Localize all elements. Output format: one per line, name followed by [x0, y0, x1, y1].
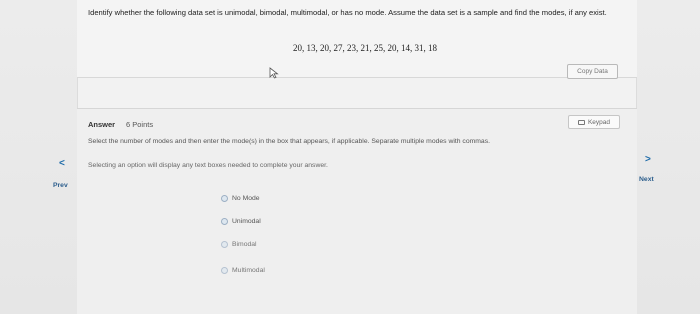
option-label: No Mode [232, 195, 260, 202]
radio-button[interactable] [221, 267, 228, 274]
option-label: Multimodal [232, 267, 265, 274]
answer-hint: Selecting an option will display any tex… [88, 162, 328, 169]
option-label: Bimodal [232, 241, 257, 248]
radio-button[interactable] [221, 218, 228, 225]
radio-button[interactable] [221, 195, 228, 202]
option-unimodal[interactable]: Unimodal [221, 218, 261, 225]
option-multimodal[interactable]: Multimodal [221, 267, 265, 274]
points-label: 6 Points [126, 120, 154, 129]
keyboard-icon [577, 119, 585, 125]
data-set: 20, 13, 20, 27, 23, 21, 25, 20, 14, 31, … [293, 43, 437, 53]
keypad-label: Keypad [587, 118, 611, 126]
prev-button[interactable]: Prev [53, 182, 68, 189]
keypad-button[interactable]: Keypad [568, 115, 620, 129]
question-prompt: Identify whether the following data set … [88, 8, 607, 17]
option-no-mode[interactable]: No Mode [221, 195, 260, 202]
option-label: Unimodal [232, 218, 261, 225]
answer-instruction: Select the number of modes and then ente… [88, 138, 490, 145]
next-arrow-icon[interactable]: > [645, 154, 651, 165]
answer-label: Answer [88, 120, 116, 129]
option-bimodal[interactable]: Bimodal [221, 241, 257, 248]
next-button[interactable]: Next [639, 176, 654, 183]
copy-data-button[interactable]: Copy Data [567, 64, 618, 79]
radio-button[interactable] [221, 241, 228, 248]
mouse-cursor-icon [269, 67, 279, 79]
prev-arrow-icon[interactable]: < [59, 158, 65, 169]
